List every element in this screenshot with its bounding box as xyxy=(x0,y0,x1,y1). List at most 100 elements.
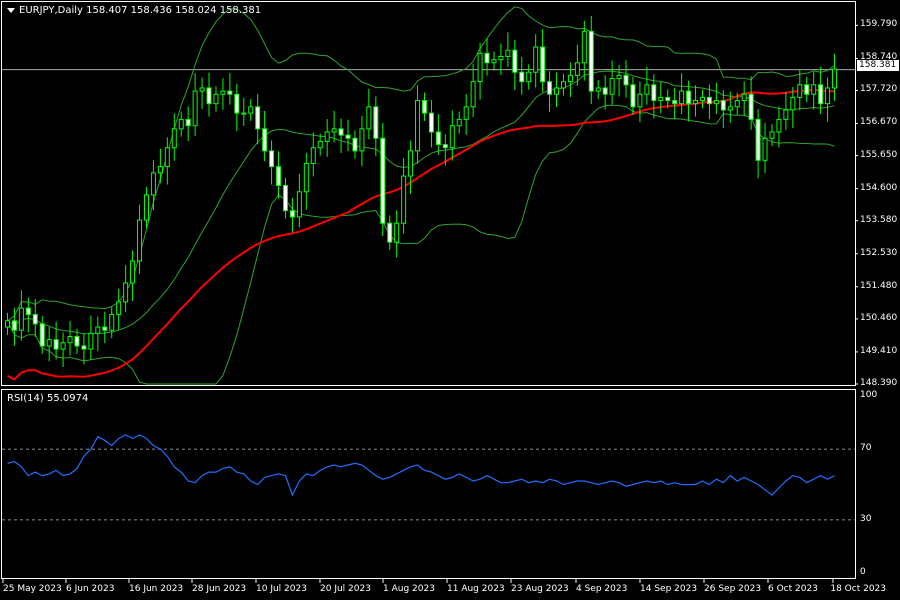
candle-body[interactable] xyxy=(567,74,573,83)
candle-body[interactable] xyxy=(282,184,288,212)
candle-body[interactable] xyxy=(484,52,490,64)
candle-body[interactable] xyxy=(262,128,268,152)
candle-body[interactable] xyxy=(699,96,705,102)
candle-body[interactable] xyxy=(206,87,212,105)
candle-body[interactable] xyxy=(637,93,643,108)
candle-body[interactable] xyxy=(477,52,483,83)
candle-body[interactable] xyxy=(498,55,504,61)
candle-body[interactable] xyxy=(373,106,379,139)
candle-body[interactable] xyxy=(192,90,198,127)
candle-body[interactable] xyxy=(11,320,17,331)
candle-body[interactable] xyxy=(644,84,650,95)
candle-body[interactable] xyxy=(102,326,108,331)
candle-body[interactable] xyxy=(387,222,393,243)
candle-body[interactable] xyxy=(686,90,692,105)
candle-body[interactable] xyxy=(505,49,511,57)
chart-canvas[interactable] xyxy=(0,0,900,600)
candle-body[interactable] xyxy=(581,30,587,64)
candle-body[interactable] xyxy=(130,260,136,284)
candle-body[interactable] xyxy=(811,84,817,95)
candle-body[interactable] xyxy=(164,147,170,168)
candle-body[interactable] xyxy=(755,118,761,161)
candle-body[interactable] xyxy=(762,137,768,161)
candle-body[interactable] xyxy=(269,150,275,168)
candle-body[interactable] xyxy=(560,81,566,89)
candle-body[interactable] xyxy=(25,307,31,315)
candle-body[interactable] xyxy=(74,335,80,347)
candle-body[interactable] xyxy=(442,144,448,149)
candle-body[interactable] xyxy=(421,100,427,114)
candle-body[interactable] xyxy=(46,339,52,347)
candle-body[interactable] xyxy=(783,109,789,120)
candle-body[interactable] xyxy=(533,46,539,73)
candle-body[interactable] xyxy=(741,93,747,102)
candle-body[interactable] xyxy=(679,90,685,105)
candle-body[interactable] xyxy=(157,166,163,174)
candle-body[interactable] xyxy=(519,71,525,83)
candle-body[interactable] xyxy=(672,100,678,105)
candle-body[interactable] xyxy=(449,125,455,149)
candle-body[interactable] xyxy=(818,84,824,105)
candle-body[interactable] xyxy=(734,100,740,108)
candle-body[interactable] xyxy=(651,84,657,102)
candle-body[interactable] xyxy=(143,194,149,221)
candle-body[interactable] xyxy=(609,78,615,95)
candle-body[interactable] xyxy=(540,46,546,83)
candle-body[interactable] xyxy=(456,118,462,127)
candle-body[interactable] xyxy=(408,150,414,177)
candle-body[interactable] xyxy=(317,140,323,149)
candle-body[interactable] xyxy=(470,81,476,108)
candle-body[interactable] xyxy=(574,62,580,76)
candle-body[interactable] xyxy=(67,335,73,344)
candle-body[interactable] xyxy=(345,134,351,139)
candle-body[interactable] xyxy=(380,137,386,224)
candle-body[interactable] xyxy=(248,106,254,114)
candle-body[interactable] xyxy=(123,282,129,303)
candle-body[interactable] xyxy=(769,131,775,139)
candle-body[interactable] xyxy=(53,339,59,350)
candle-body[interactable] xyxy=(435,131,441,146)
candle-body[interactable] xyxy=(832,68,838,89)
candle-body[interactable] xyxy=(720,100,726,111)
candle-body[interactable] xyxy=(630,84,636,108)
candle-body[interactable] xyxy=(512,49,518,73)
candle-body[interactable] xyxy=(554,87,560,95)
candle-body[interactable] xyxy=(797,84,803,98)
candle-body[interactable] xyxy=(310,147,316,164)
candle-body[interactable] xyxy=(324,131,330,142)
candle-body[interactable] xyxy=(790,96,796,111)
candle-body[interactable] xyxy=(352,137,358,152)
candle-body[interactable] xyxy=(401,175,407,224)
candle-body[interactable] xyxy=(303,162,309,193)
chart-title[interactable]: EURJPY,Daily 158.407 158.436 158.024 158… xyxy=(7,5,261,16)
candle-body[interactable] xyxy=(234,93,240,114)
candle-body[interactable] xyxy=(595,87,601,92)
candle-body[interactable] xyxy=(338,128,344,136)
candle-body[interactable] xyxy=(727,106,733,111)
candle-body[interactable] xyxy=(4,320,10,328)
candle-body[interactable] xyxy=(602,87,608,95)
candle-body[interactable] xyxy=(289,210,295,218)
candle-body[interactable] xyxy=(95,326,101,334)
candle-body[interactable] xyxy=(220,90,226,95)
candle-body[interactable] xyxy=(39,323,45,347)
candle-body[interactable] xyxy=(18,307,24,331)
candle-body[interactable] xyxy=(241,112,247,115)
candle-body[interactable] xyxy=(665,96,671,102)
candle-body[interactable] xyxy=(776,118,782,133)
candle-body[interactable] xyxy=(109,313,115,331)
candle-body[interactable] xyxy=(491,59,497,64)
candle-body[interactable] xyxy=(178,118,184,130)
candle-body[interactable] xyxy=(547,81,553,95)
candle-body[interactable] xyxy=(199,87,205,92)
candle-body[interactable] xyxy=(394,222,400,243)
candle-body[interactable] xyxy=(825,87,831,105)
candle-body[interactable] xyxy=(32,313,38,325)
candle-body[interactable] xyxy=(616,74,622,80)
candle-body[interactable] xyxy=(116,301,122,315)
candle-body[interactable] xyxy=(428,112,434,133)
candle-body[interactable] xyxy=(150,172,156,196)
candle-body[interactable] xyxy=(748,93,754,120)
candle-body[interactable] xyxy=(185,118,191,127)
candle-body[interactable] xyxy=(255,106,261,130)
